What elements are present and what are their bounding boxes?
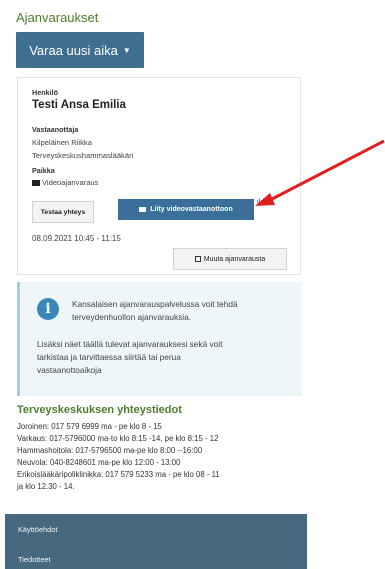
red-arrow-annotation	[255, 139, 385, 206]
